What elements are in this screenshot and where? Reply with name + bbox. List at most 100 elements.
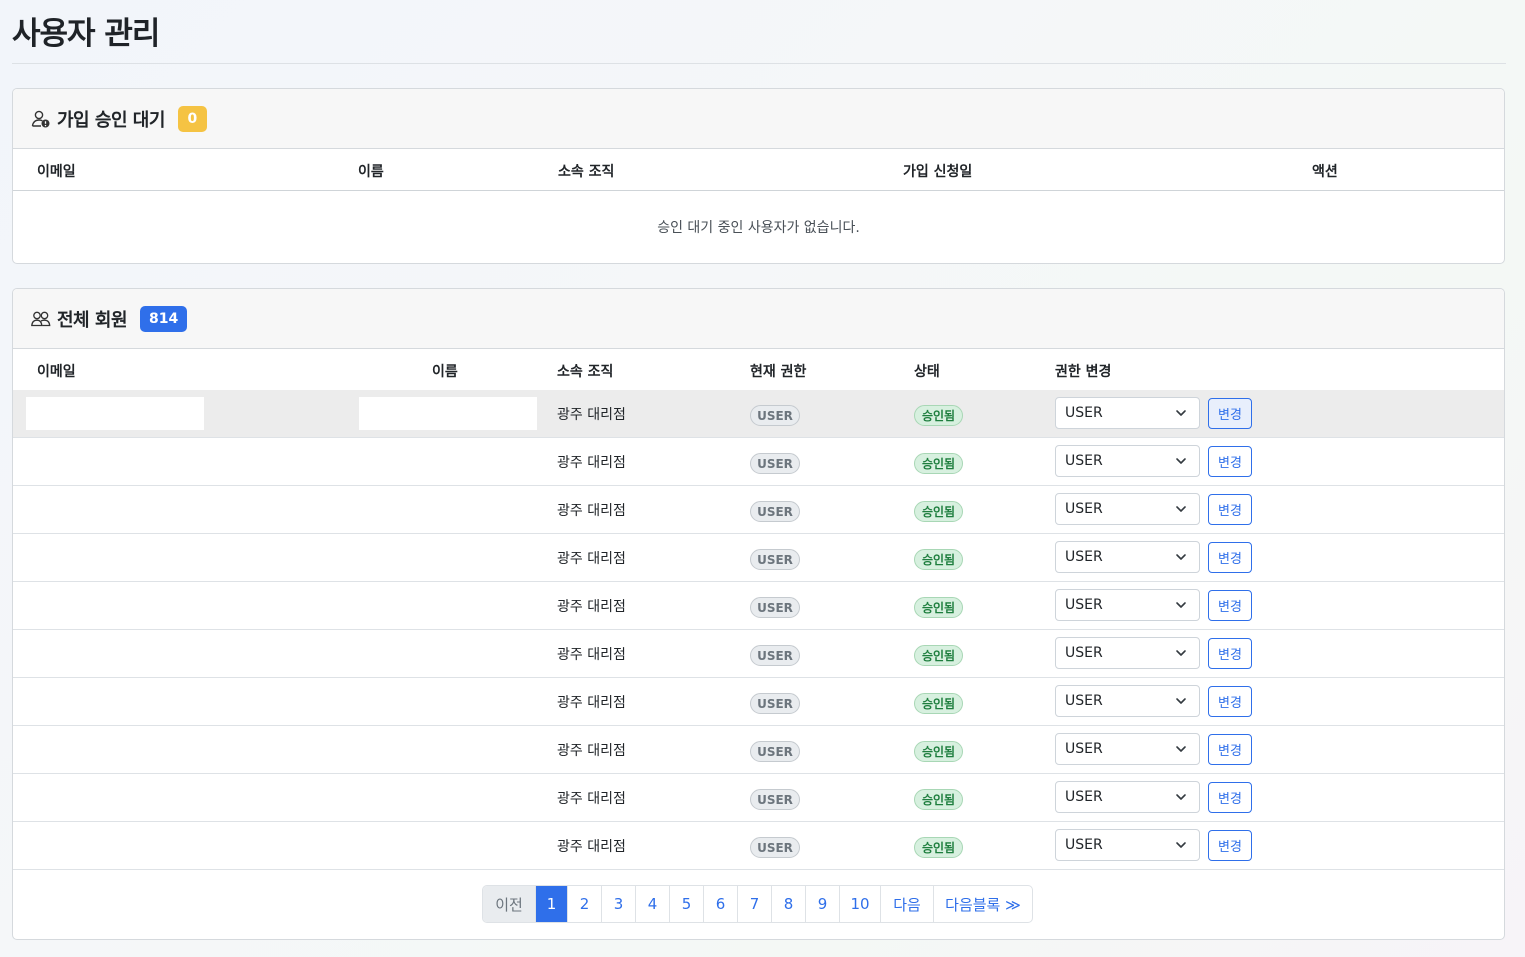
role-select-value: USER (1065, 741, 1103, 757)
role-select[interactable]: USER (1055, 493, 1200, 525)
pagination-page-8[interactable]: 8 (772, 886, 806, 922)
change-role-button[interactable]: 변경 (1208, 830, 1252, 861)
pagination-page-4[interactable]: 4 (636, 886, 670, 922)
chevron-down-icon (1176, 842, 1186, 848)
members-table-header: 이메일 이름 소속 조직 현재 권한 상태 권한 변경 (13, 349, 1504, 391)
status-badge: 승인됨 (914, 837, 963, 858)
table-row: 광주 대리점 USER 승인됨 USER 변경 (13, 678, 1504, 726)
table-row: 광주 대리점 USER 승인됨 USER 변경 (13, 774, 1504, 822)
table-row: 광주 대리점 USER 승인됨 USER 변경 (13, 438, 1504, 486)
chevron-down-icon (1176, 746, 1186, 752)
change-role-button[interactable]: 변경 (1208, 494, 1252, 525)
column-header-email: 이메일 (37, 364, 76, 380)
role-select-value: USER (1065, 837, 1103, 853)
column-header-org: 소속 조직 (558, 164, 615, 180)
org-cell: 광주 대리점 (557, 503, 626, 519)
table-row: 광주 대리점 USER 승인됨 USER 변경 (13, 486, 1504, 534)
status-badge: 승인됨 (914, 597, 963, 618)
title-divider (12, 63, 1506, 64)
pagination-page-2[interactable]: 2 (568, 886, 602, 922)
chevron-down-icon (1176, 554, 1186, 560)
role-badge: USER (750, 597, 800, 618)
role-badge: USER (750, 501, 800, 522)
change-role-button[interactable]: 변경 (1208, 638, 1252, 669)
role-select-value: USER (1065, 405, 1103, 421)
pagination-page-10[interactable]: 10 (840, 886, 881, 922)
role-badge: USER (750, 741, 800, 762)
change-role-button[interactable]: 변경 (1208, 542, 1252, 573)
person-clock-icon (31, 109, 51, 129)
status-badge: 승인됨 (914, 405, 963, 426)
column-header-applied-date: 가입 신청일 (903, 164, 973, 180)
pending-empty-message: 승인 대기 중인 사용자가 없습니다. (657, 220, 860, 236)
change-role-button[interactable]: 변경 (1208, 782, 1252, 813)
role-select[interactable]: USER (1055, 541, 1200, 573)
org-cell: 광주 대리점 (557, 407, 626, 423)
role-select-value: USER (1065, 789, 1103, 805)
role-select[interactable]: USER (1055, 445, 1200, 477)
pagination-page-3[interactable]: 3 (602, 886, 636, 922)
status-badge: 승인됨 (914, 789, 963, 810)
pending-card-header: 가입 승인 대기 0 (13, 89, 1504, 149)
table-row: 광주 대리점 USER 승인됨 USER 변경 (13, 534, 1504, 582)
org-cell: 광주 대리점 (557, 455, 626, 471)
change-role-button[interactable]: 변경 (1208, 734, 1252, 765)
column-header-change-role: 권한 변경 (1055, 364, 1112, 380)
org-cell: 광주 대리점 (557, 791, 626, 807)
column-header-email: 이메일 (37, 164, 76, 180)
members-card-title: 전체 회원 (57, 309, 128, 331)
change-role-button[interactable]: 변경 (1208, 686, 1252, 717)
role-select-value: USER (1065, 549, 1103, 565)
pagination-page-5[interactable]: 5 (670, 886, 704, 922)
pagination-prev[interactable]: 이전 (483, 886, 536, 922)
role-select[interactable]: USER (1055, 781, 1200, 813)
column-header-name: 이름 (432, 364, 458, 380)
table-row: 광주 대리점 USER 승인됨 USER 변경 (13, 630, 1504, 678)
pagination-page-9[interactable]: 9 (806, 886, 840, 922)
pagination-page-1[interactable]: 1 (536, 886, 568, 922)
column-header-current-role: 현재 권한 (750, 364, 807, 380)
table-row: 광주 대리점 USER 승인됨 USER 변경 (13, 582, 1504, 630)
org-cell: 광주 대리점 (557, 599, 626, 615)
pagination-page-7[interactable]: 7 (738, 886, 772, 922)
status-badge: 승인됨 (914, 549, 963, 570)
role-select[interactable]: USER (1055, 637, 1200, 669)
role-select[interactable]: USER (1055, 733, 1200, 765)
role-select-value: USER (1065, 645, 1103, 661)
role-badge: USER (750, 405, 800, 426)
role-select-value: USER (1065, 453, 1103, 469)
members-count-badge: 814 (140, 305, 188, 332)
column-header-org: 소속 조직 (557, 364, 614, 380)
chevron-down-icon (1176, 698, 1186, 704)
role-badge: USER (750, 789, 800, 810)
name-cell (359, 397, 537, 430)
change-role-button[interactable]: 변경 (1208, 590, 1252, 621)
role-select[interactable]: USER (1055, 397, 1200, 429)
column-header-action: 액션 (1312, 164, 1338, 180)
chevron-down-icon (1176, 410, 1186, 416)
change-role-button[interactable]: 변경 (1208, 446, 1252, 477)
table-row: 광주 대리점 USER 승인됨 USER 변경 (13, 726, 1504, 774)
column-header-name: 이름 (358, 164, 384, 180)
column-header-status: 상태 (914, 364, 940, 380)
role-select[interactable]: USER (1055, 589, 1200, 621)
status-badge: 승인됨 (914, 693, 963, 714)
pagination: 이전 1 2 3 4 5 6 7 8 9 10 다음 다음블록 ≫ (482, 885, 1033, 923)
people-icon (31, 309, 51, 329)
pagination-page-6[interactable]: 6 (704, 886, 738, 922)
role-select-value: USER (1065, 597, 1103, 613)
role-select[interactable]: USER (1055, 829, 1200, 861)
pending-table-header: 이메일 이름 소속 조직 가입 신청일 액션 (13, 149, 1504, 191)
page-title: 사용자 관리 (12, 16, 160, 52)
org-cell: 광주 대리점 (557, 839, 626, 855)
org-cell: 광주 대리점 (557, 743, 626, 759)
pagination-next[interactable]: 다음 (881, 886, 934, 922)
role-select[interactable]: USER (1055, 685, 1200, 717)
all-members-card: 전체 회원 814 이메일 이름 소속 조직 현재 권한 상태 권한 변경 광주… (12, 288, 1505, 940)
role-badge: USER (750, 693, 800, 714)
pagination-next-block[interactable]: 다음블록 ≫ (934, 886, 1032, 922)
org-cell: 광주 대리점 (557, 647, 626, 663)
chevron-down-icon (1176, 458, 1186, 464)
change-role-button[interactable]: 변경 (1208, 398, 1252, 429)
email-cell (26, 397, 204, 430)
